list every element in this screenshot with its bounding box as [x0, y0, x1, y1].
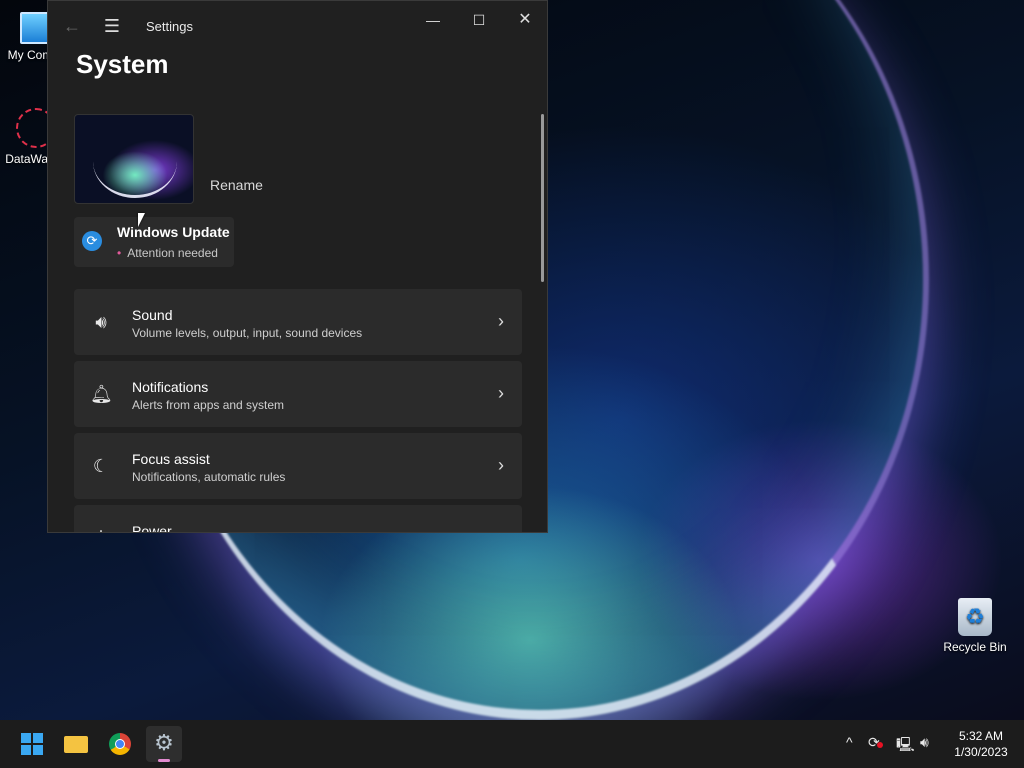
volume-icon[interactable]: 🔊︎	[920, 734, 929, 751]
back-button[interactable]: ←	[58, 9, 86, 43]
moon-icon: ☾	[92, 456, 110, 476]
navigation-menu-button[interactable]: ☰	[98, 9, 126, 43]
mouse-cursor	[138, 213, 145, 227]
file-explorer-button[interactable]	[58, 726, 94, 762]
windows-update-status: • Attention needed	[117, 246, 218, 260]
active-app-indicator	[158, 759, 170, 762]
row-title: Sound	[132, 307, 173, 323]
row-title: Notifications	[132, 379, 209, 395]
sync-icon: ⟳	[82, 231, 102, 251]
page-title: System	[76, 49, 169, 79]
network-icon[interactable]: 🖳︎	[896, 734, 915, 758]
windows-update-card[interactable]: ⟳ Windows Update • Attention needed	[74, 217, 234, 267]
recycle-bin-icon: ♻	[958, 598, 992, 636]
row-subtitle: Alerts from apps and system	[132, 398, 285, 412]
title-bar[interactable]: ← ☰ Settings — ☐ ✕	[48, 1, 547, 47]
chevron-right-icon: ›	[498, 311, 504, 331]
settings-window: ← ☰ Settings — ☐ ✕ System Rename ⟳ Windo…	[47, 0, 548, 533]
chevron-right-icon: ›	[498, 455, 504, 475]
update-tray-icon[interactable]: ⟳	[868, 734, 883, 751]
settings-gear-icon: ⚙	[154, 730, 174, 755]
device-wallpaper-thumbnail	[74, 114, 194, 204]
settings-row-notifications[interactable]: 🔔︎ Notifications Alerts from apps and sy…	[74, 361, 522, 427]
rename-link[interactable]: Rename	[210, 177, 263, 193]
settings-row-power[interactable]: ⏻ Power ›	[74, 505, 522, 533]
clock-time: 5:32 AM	[958, 729, 1004, 743]
speaker-icon: 🔊︎	[95, 312, 107, 332]
chrome-icon	[109, 733, 131, 755]
scrollbar-thumb[interactable]	[541, 114, 544, 282]
clock-date: 1/30/2023	[954, 745, 1008, 759]
folder-icon	[64, 736, 88, 753]
chevron-right-icon: ›	[498, 527, 504, 532]
row-title: Focus assist	[132, 451, 210, 467]
desktop-icon-recycle-bin[interactable]: ♻ Recycle Bin	[936, 598, 1014, 654]
system-clock[interactable]: 5:32 AM 1/30/2023	[946, 728, 1016, 760]
desktop-icon-label: Recycle Bin	[943, 640, 1007, 654]
close-button[interactable]: ✕	[510, 3, 540, 37]
row-subtitle: Notifications, automatic rules	[132, 470, 286, 484]
windows-update-status-text: Attention needed	[127, 246, 218, 260]
windows-update-title: Windows Update	[117, 224, 230, 240]
chrome-button[interactable]	[102, 726, 138, 762]
windows-logo-icon	[21, 733, 43, 755]
settings-row-sound[interactable]: 🔊︎ Sound Volume levels, output, input, s…	[74, 289, 522, 355]
row-title: Power	[132, 523, 172, 533]
desktop-icon-label: My Com	[7, 48, 53, 62]
show-hidden-icons-chevron-icon[interactable]: ^	[846, 734, 853, 750]
chevron-right-icon: ›	[498, 383, 504, 403]
settings-taskbar-button[interactable]: ⚙	[146, 726, 182, 762]
desktop: My Com DataWag ♻ Recycle Bin ← ☰ Setting…	[0, 0, 1024, 768]
power-icon: ⏻	[90, 527, 112, 532]
maximize-button[interactable]: ☐	[464, 3, 494, 37]
wallpaper-arc	[93, 125, 177, 198]
attention-dot-icon: •	[117, 246, 122, 260]
row-subtitle: Volume levels, output, input, sound devi…	[132, 326, 363, 340]
alert-badge	[877, 742, 883, 748]
minimize-button[interactable]: —	[418, 3, 448, 37]
start-button[interactable]	[14, 726, 50, 762]
taskbar: ⚙ ^ ⟳ 🖳︎ 🔊︎ 5:32 AM 1/30/2023	[0, 720, 1024, 768]
bell-icon: 🔔︎	[90, 384, 113, 404]
settings-row-focus-assist[interactable]: ☾ Focus assist Notifications, automatic …	[74, 433, 522, 499]
window-title: Settings	[146, 19, 193, 34]
